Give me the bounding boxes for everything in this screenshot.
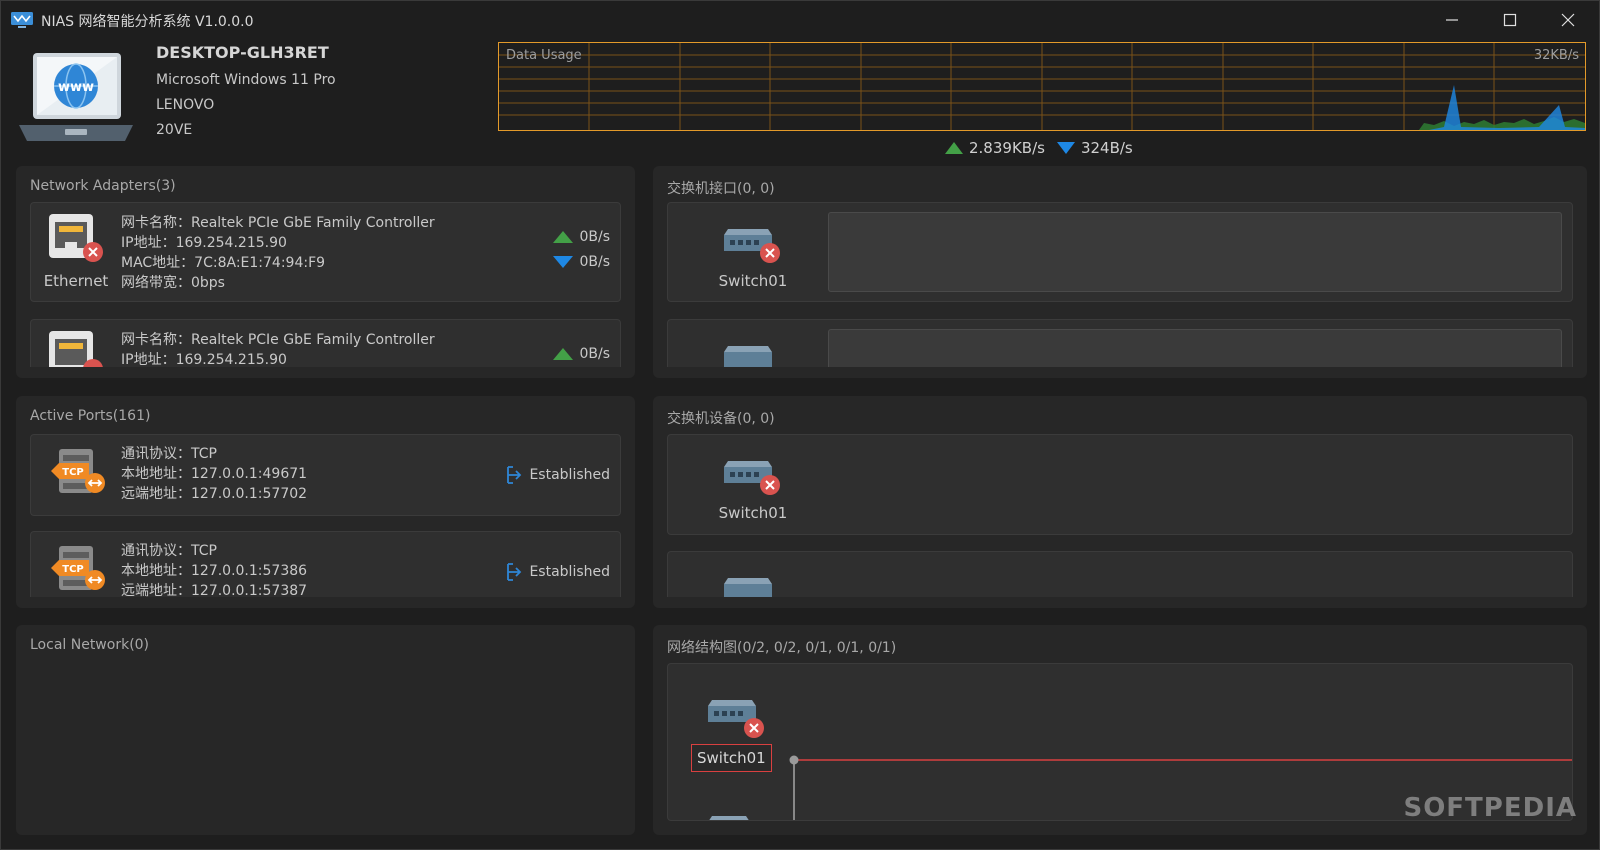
adapter-upload: 0B/s <box>553 346 610 362</box>
port-card[interactable]: TCP 通讯协议：TCP 本地地址：127.0.0.1:49671 远端地址：1… <box>30 434 621 516</box>
host-os: Microsoft Windows 11 Pro <box>156 72 336 88</box>
adapter-ip: IP地址：169.254.215.90 <box>121 235 287 251</box>
active-ports-panel: Active Ports(161) TCP 通讯协议：TCP 本地地址：127.… <box>16 396 635 608</box>
minimize-icon <box>1446 19 1458 21</box>
adapter-details: 网卡名称：Realtek PCIe GbE Family Controller … <box>121 330 435 367</box>
topology-node-switch01[interactable]: Switch01 <box>691 744 772 772</box>
adapter-ip: IP地址：169.254.215.90 <box>121 352 287 367</box>
adapter-card[interactable]: Ethernet 网卡名称：Realtek PCIe GbE Family Co… <box>30 202 621 302</box>
switch-port-card[interactable]: Switch01 <box>667 202 1573 302</box>
data-usage-label: Data Usage <box>506 48 582 63</box>
port-state: Established <box>503 562 610 582</box>
adapter-upload-rate: 0B/s <box>579 229 610 245</box>
port-state: Established <box>503 465 610 485</box>
switch-ports-list[interactable]: Switch01 <box>667 202 1573 367</box>
adapter-name: 网卡名称：Realtek PCIe GbE Family Controller <box>121 215 435 231</box>
host-vendor: LENOVO <box>156 97 215 113</box>
switch-name: Switch01 <box>718 504 788 522</box>
upload-arrow-icon <box>553 348 574 360</box>
data-usage-graph: Data Usage 32KB/s <box>498 42 1586 131</box>
adapter-download: 0B/s <box>553 254 610 270</box>
network-adapters-panel: Network Adapters(3) Ethernet 网卡名称：Realte… <box>16 166 635 378</box>
port-state-text: Established <box>529 467 610 483</box>
port-details: 通讯协议：TCP 本地地址：127.0.0.1:57386 远端地址：127.0… <box>121 541 307 597</box>
topology-title: 网络结构图(0/2, 0/2, 0/1, 0/1, 0/1) <box>667 640 897 656</box>
port-protocol: 通讯协议：TCP <box>121 446 217 462</box>
network-switch-icon <box>724 346 772 367</box>
switch-ports-title: 交换机接口(0, 0) <box>667 181 775 197</box>
upload-arrow-icon <box>553 231 574 243</box>
upload-rate: 2.839KB/s <box>969 139 1045 157</box>
close-icon <box>1561 13 1575 27</box>
minimize-button[interactable] <box>1423 1 1481 39</box>
adapter-bandwidth: 网络带宽：0bps <box>121 275 225 291</box>
switch-devices-list[interactable]: Switch01 <box>667 434 1573 597</box>
tcp-badge-text: TCP <box>62 564 84 575</box>
port-card[interactable]: TCP 通讯协议：TCP 本地地址：127.0.0.1:57386 远端地址：1… <box>30 531 621 597</box>
network-switch-icon <box>724 229 780 263</box>
switch-device-card[interactable]: Switch01 <box>667 434 1573 535</box>
port-local-address: 本地地址：127.0.0.1:57386 <box>121 563 308 579</box>
host-model: 20VE <box>156 122 193 138</box>
adapter-download-rate: 0B/s <box>579 254 610 270</box>
adapter-card[interactable]: 网卡名称：Realtek PCIe GbE Family Controller … <box>30 319 621 367</box>
host-name: DESKTOP-GLH3RET <box>156 43 329 62</box>
port-local-address: 本地地址：127.0.0.1:49671 <box>121 466 308 482</box>
active-ports-title: Active Ports(161) <box>30 408 151 424</box>
network-adapters-title: Network Adapters(3) <box>30 178 176 194</box>
network-switch-icon <box>708 700 764 738</box>
tcp-server-icon: TCP <box>51 546 105 590</box>
app-window: NIAS 网络智能分析系统 V1.0.0.0 www DESKTOP-GLH3R… <box>0 0 1600 850</box>
title-bar[interactable]: NIAS 网络智能分析系统 V1.0.0.0 <box>1 1 1599 39</box>
data-usage-max: 32KB/s <box>1533 48 1579 63</box>
network-adapters-list[interactable]: Ethernet 网卡名称：Realtek PCIe GbE Family Co… <box>30 202 621 367</box>
switch-port-card[interactable] <box>667 319 1573 367</box>
window-title: NIAS 网络智能分析系统 V1.0.0.0 <box>41 14 254 30</box>
network-switch-icon <box>724 461 780 495</box>
app-logo-icon <box>11 12 33 28</box>
port-protocol: 通讯协议：TCP <box>121 543 217 559</box>
data-usage-plot <box>499 43 1585 130</box>
connection-established-icon <box>507 563 522 581</box>
download-arrow-icon <box>553 256 574 268</box>
adapter-upload-rate: 0B/s <box>579 346 610 362</box>
switch-devices-title: 交换机设备(0, 0) <box>667 411 775 427</box>
maximize-button[interactable] <box>1481 1 1539 39</box>
local-network-panel: Local Network(0) <box>16 625 635 835</box>
laptop-www-text: www <box>58 80 94 95</box>
adapter-name: 网卡名称：Realtek PCIe GbE Family Controller <box>121 332 435 348</box>
laptop-www-icon: www <box>19 53 133 141</box>
switch-port-box <box>828 329 1562 367</box>
download-rate: 324B/s <box>1080 139 1133 157</box>
adapter-mac: MAC地址：7C:8A:E1:74:94:F9 <box>121 255 326 271</box>
port-details: 通讯协议：TCP 本地地址：127.0.0.1:49671 远端地址：127.0… <box>121 444 307 504</box>
ethernet-port-icon <box>49 331 103 367</box>
connection-established-icon <box>507 466 522 484</box>
download-arrow-icon <box>1056 142 1075 154</box>
adapter-details: 网卡名称：Realtek PCIe GbE Family Controller … <box>121 213 435 293</box>
port-remote-address: 远端地址：127.0.0.1:57387 <box>121 583 308 597</box>
tcp-badge-text: TCP <box>62 467 84 478</box>
local-network-title: Local Network(0) <box>30 637 150 653</box>
switch-port-box <box>828 212 1562 292</box>
upload-arrow-icon <box>945 142 963 154</box>
port-remote-address: 远端地址：127.0.0.1:57702 <box>121 486 308 502</box>
network-switch-icon <box>724 578 772 597</box>
switch-device-card[interactable] <box>667 551 1573 597</box>
close-button[interactable] <box>1539 1 1597 39</box>
maximize-icon <box>1503 13 1517 27</box>
adapter-upload: 0B/s <box>553 229 610 245</box>
switch-devices-panel: 交换机设备(0, 0) Switch01 <box>653 396 1587 608</box>
softpedia-watermark: SOFTPEDIA <box>1403 793 1577 823</box>
tcp-server-icon: TCP <box>51 449 105 493</box>
ethernet-port-icon <box>49 214 103 262</box>
switch-ports-panel: 交换机接口(0, 0) Switch01 <box>653 166 1587 378</box>
rate-summary: 2.839KB/s 324B/s <box>945 138 1133 158</box>
active-ports-list[interactable]: TCP 通讯协议：TCP 本地地址：127.0.0.1:49671 远端地址：1… <box>30 434 621 597</box>
adapter-type: Ethernet <box>43 272 109 290</box>
port-state-text: Established <box>529 564 610 580</box>
switch-name: Switch01 <box>718 272 788 290</box>
